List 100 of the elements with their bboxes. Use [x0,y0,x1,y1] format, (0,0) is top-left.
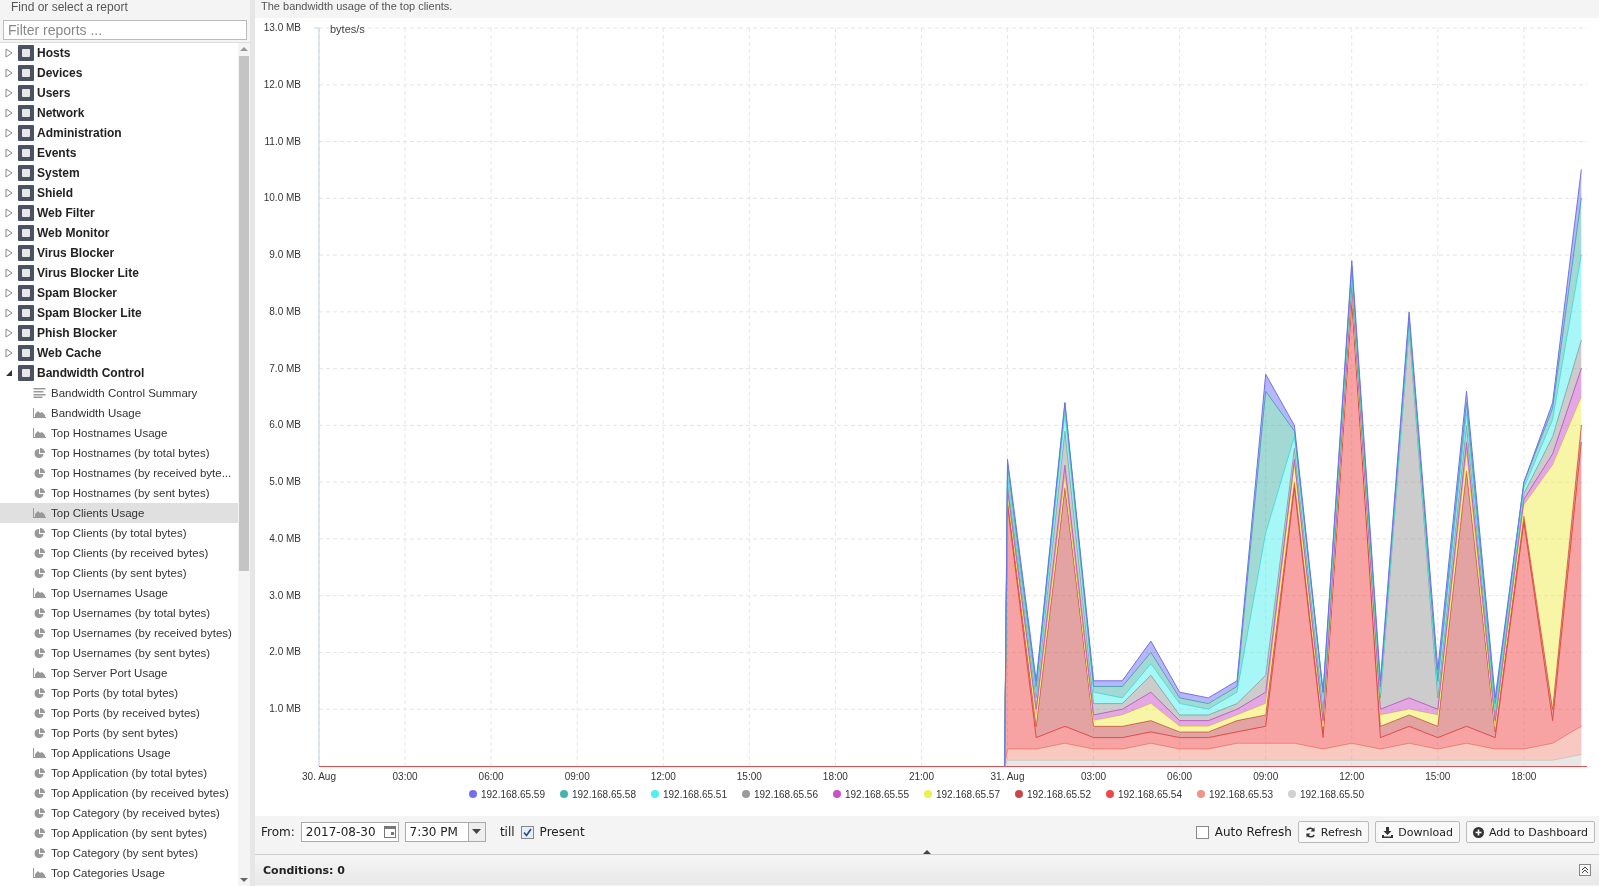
legend-label[interactable]: 192.168.65.57 [936,788,1000,800]
y-axis-label: 5.0 MB [269,476,301,488]
tree-item[interactable]: Virus Blocker [0,243,238,263]
tree-item[interactable]: Web Cache [0,343,238,363]
pie-chart-icon [33,847,46,859]
app-icon [18,365,34,381]
area-chart-icon [33,748,46,758]
download-button[interactable]: Download [1375,821,1460,843]
legend-label[interactable]: 192.168.65.59 [481,788,545,800]
filter-field[interactable]: Filter reports ... [3,20,247,40]
app-icon [18,105,34,121]
area-chart-icon [33,408,46,418]
legend-label[interactable]: 192.168.65.54 [1118,788,1182,800]
app-icon [18,345,34,361]
tree-item[interactable]: Spam Blocker Lite [0,303,238,323]
y-axis-label: 3.0 MB [269,589,301,601]
y-axis-label: 9.0 MB [269,249,301,261]
tree-item[interactable]: Hosts [0,43,238,63]
legend-label[interactable]: 192.168.65.53 [1209,788,1273,800]
x-axis-label: 09:00 [1253,771,1279,782]
report-item[interactable]: Top Clients (by received bytes) [0,543,238,563]
tree-item[interactable]: System [0,163,238,183]
tree-item[interactable]: Web Monitor [0,223,238,243]
report-item[interactable]: Top Hostnames (by sent bytes) [0,483,238,503]
sidebar-title: Find or select a report [0,0,250,18]
report-item[interactable]: Top Ports (by sent bytes) [0,723,238,743]
report-item[interactable]: Top Application (by total bytes) [0,763,238,783]
report-item[interactable]: Top Hostnames (by total bytes) [0,443,238,463]
scroll-down-icon[interactable] [240,877,248,883]
auto-refresh-checkbox[interactable] [1195,825,1209,839]
report-item[interactable]: Top Categories Usage [0,863,238,883]
report-item[interactable]: Top Ports (by total bytes) [0,683,238,703]
app-icon [18,205,34,221]
tree-item[interactable]: Events [0,143,238,163]
pie-chart-icon [33,487,46,499]
report-item[interactable]: Top Usernames Usage [0,583,238,603]
tree-item[interactable]: Shield [0,183,238,203]
legend-label[interactable]: 192.168.65.51 [663,788,727,800]
report-item[interactable]: Top Ports (by received bytes) [0,703,238,723]
legend-label[interactable]: 192.168.65.58 [572,788,636,800]
report-item[interactable]: Top Applications Usage [0,743,238,763]
dropdown-caret-icon[interactable] [472,829,482,835]
pie-chart-icon [33,727,46,739]
pie-chart-icon [33,807,46,819]
from-label: From: [261,825,295,839]
date-field[interactable]: 2017-08-30 [300,822,399,842]
y-axis-label: 8.0 MB [269,305,301,317]
tree-item[interactable]: Devices [0,63,238,83]
time-dropdown[interactable]: 7:30 PM [404,822,486,842]
tree-item[interactable]: Web Filter [0,203,238,223]
tree-item[interactable]: Bandwidth Control [0,363,238,383]
report-item[interactable]: Top Clients Usage [0,503,238,523]
report-item[interactable]: Top Usernames (by sent bytes) [0,643,238,663]
report-item[interactable]: Top Clients (by sent bytes) [0,563,238,583]
x-axis-label: 18:00 [822,771,848,782]
app-icon [18,165,34,181]
pie-chart-icon [33,607,46,619]
calendar-icon[interactable] [383,826,396,838]
tree-item[interactable]: Users [0,83,238,103]
scrollbar[interactable] [238,43,250,886]
report-description: The bandwidth usage of the top clients. [260,0,454,14]
add-button[interactable]: Add to Dashboard [1466,821,1595,843]
y-axis-label: 6.0 MB [269,419,301,431]
area-chart-icon [33,508,46,518]
report-item[interactable]: Top Server Port Usage [0,663,238,683]
report-item[interactable]: Bandwidth Usage [0,403,238,423]
tree-item[interactable]: Administration [0,123,238,143]
expander-icon[interactable] [5,368,13,378]
tree-item[interactable]: Phish Blocker [0,323,238,343]
report-item[interactable]: Top Category (by sent bytes) [0,843,238,863]
legend-label[interactable]: 192.168.65.52 [1027,788,1091,800]
report-item[interactable]: Bandwidth Control Summary [0,383,238,403]
report-item[interactable]: Top Application (by sent bytes) [0,823,238,843]
expand-up-icon[interactable] [1579,864,1591,876]
tree-item[interactable]: Virus Blocker Lite [0,263,238,283]
legend-label[interactable]: 192.168.65.56 [754,788,818,800]
refresh-button[interactable]: Refresh [1297,821,1370,843]
report-item[interactable]: Top Usernames (by total bytes) [0,603,238,623]
report-item[interactable]: Top Category (by received bytes) [0,803,238,823]
tree-item[interactable]: Network [0,103,238,123]
x-axis-label: 30. Aug [302,771,336,782]
report-item[interactable]: Top Clients (by total bytes) [0,523,238,543]
legend-label[interactable]: 192.168.65.55 [845,788,909,800]
tree-item[interactable]: Spam Blocker [0,283,238,303]
app-icon [18,145,34,161]
x-axis-label: 15:00 [736,771,762,782]
scroll-up-icon[interactable] [240,46,248,52]
report-item[interactable]: Top Application (by received bytes) [0,783,238,803]
auto-refresh-label: Auto Refresh [1214,825,1292,839]
pie-chart-icon [33,627,46,639]
pie-chart-icon [33,687,46,699]
x-axis-label: 15:00 [1425,771,1451,782]
present-checkbox[interactable] [520,825,534,839]
report-item[interactable]: Top Hostnames Usage [0,423,238,443]
legend-label[interactable]: 192.168.65.50 [1300,788,1364,800]
report-item[interactable]: Top Usernames (by received bytes) [0,623,238,643]
report-item[interactable]: Top Hostnames (by received byte... [0,463,238,483]
y-axis-label: 13.0 MB [263,22,301,33]
pie-chart-icon [33,467,46,479]
pie-chart-icon [33,707,46,719]
